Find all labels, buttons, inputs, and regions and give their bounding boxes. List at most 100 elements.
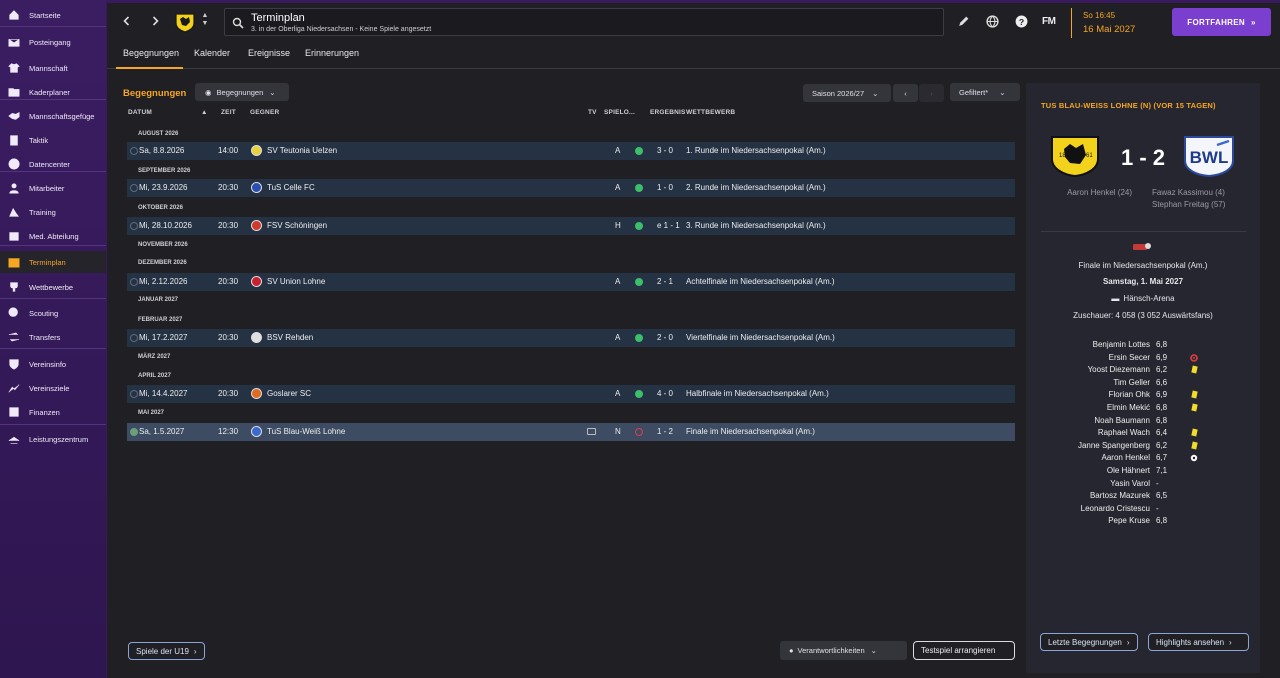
sidebar-item-leistungszentrum[interactable]: Leistungszentrum <box>0 428 106 450</box>
tab-erinnerungen[interactable]: Erinnerungen <box>305 43 359 69</box>
sidebar-item-mitarbeiter[interactable]: Mitarbeiter <box>0 177 106 199</box>
fixture-opponent[interactable]: SV Union Lohne <box>267 277 325 286</box>
player-rating-row[interactable]: Ersin Secer 6,9 <box>1026 352 1260 364</box>
fixture-opponent[interactable]: SV Teutonia Uelzen <box>267 146 337 155</box>
arrange-friendly-button[interactable]: Testspiel arrangieren <box>913 641 1015 660</box>
fixture-row[interactable]: Sa, 8.8.2026 14:00 SV Teutonia Uelzen A 3 - … <box>127 142 1015 160</box>
continue-button[interactable]: FORTFAHREN » <box>1172 8 1271 36</box>
player-rating-row[interactable]: Leonardo Cristescu - <box>1026 503 1260 515</box>
fixture-result[interactable]: e 1 - 1 <box>657 221 680 230</box>
sidebar-item-label: Datencenter <box>29 159 70 169</box>
col-time[interactable]: ZEIT <box>221 109 236 116</box>
staff-icon: ● <box>789 646 794 655</box>
fixture-opponent[interactable]: TuS Blau-Weiß Lohne <box>267 427 345 436</box>
player-rating-row[interactable]: Ole Hähnert 7,1 <box>1026 465 1260 477</box>
fixture-venue: A <box>615 333 621 342</box>
fixture-row[interactable]: Mi, 28.10.2026 20:30 FSV Schöningen He 1 - … <box>127 217 1015 235</box>
sidebar-item-datencenter[interactable]: Datencenter <box>0 153 106 175</box>
fixture-opponent[interactable]: FSV Schöningen <box>267 221 327 230</box>
sidebar-item-training[interactable]: Training <box>0 201 106 223</box>
sidebar-item-finanzen[interactable]: Finanzen <box>0 401 106 423</box>
player-rating-row[interactable]: Benjamin Lottes 6,8 <box>1026 339 1260 351</box>
col-tv[interactable]: TV <box>588 109 597 116</box>
player-rating-row[interactable]: Yoost Diezemann 6,2 <box>1026 364 1260 376</box>
player-rating-row[interactable]: Janne Spangenberg 6,2 <box>1026 440 1260 452</box>
club-crest-icon[interactable] <box>174 11 196 33</box>
player-rating-row[interactable]: Yasin Varol - <box>1026 478 1260 490</box>
fixture-result[interactable]: 1 - 2 <box>657 427 673 436</box>
u19-matches-button[interactable]: Spiele der U19 › <box>128 642 205 660</box>
player-rating-row[interactable]: Pepe Kruse 6,8 <box>1026 515 1260 527</box>
player-rating-row[interactable]: Raphael Wach 6,4 <box>1026 427 1260 439</box>
col-competition[interactable]: WETTBEWERB <box>686 109 735 116</box>
fixture-row[interactable]: Mi, 14.4.2027 20:30 Goslarer SC A 4 - 0 Halbf… <box>127 385 1015 403</box>
row-select-radio[interactable] <box>130 428 138 436</box>
sidebar-item-vereinsinfo[interactable]: Vereinsinfo <box>0 353 106 375</box>
sidebar-item-label: Scouting <box>29 308 59 318</box>
date-display[interactable]: So 16:45 16 Mai 2027 <box>1071 8 1151 38</box>
fixture-result[interactable]: 2 - 1 <box>657 277 673 286</box>
edit-button[interactable] <box>955 13 971 29</box>
tab-ereignisse[interactable]: Ereignisse <box>248 43 290 69</box>
row-select-radio[interactable] <box>130 147 138 155</box>
last-matches-button[interactable]: Letzte Begegnungen › <box>1040 633 1138 651</box>
sidebar-item-startseite[interactable]: Startseite <box>0 4 106 26</box>
fixture-result[interactable]: 4 - 0 <box>657 389 673 398</box>
fixture-opponent[interactable]: TuS Celle FC <box>267 183 315 192</box>
help-button[interactable]: ? <box>1013 13 1029 29</box>
tab-begegnungen[interactable]: Begegnungen <box>116 43 183 69</box>
col-venue[interactable]: SPIELO... <box>604 109 635 116</box>
back-button[interactable] <box>116 11 138 31</box>
sidebar-item-med-abteilung[interactable]: Med. Abteilung <box>0 225 106 247</box>
col-result[interactable]: ERGEBNIS <box>650 109 686 116</box>
sidebar-item-scouting[interactable]: Scouting <box>0 302 106 324</box>
row-select-radio[interactable] <box>130 278 138 286</box>
player-rating-row[interactable]: Florian Ohk 6,9 <box>1026 389 1260 401</box>
highlights-button[interactable]: Highlights ansehen › <box>1148 633 1249 651</box>
sidebar-item-taktik[interactable]: Taktik <box>0 129 106 151</box>
row-select-radio[interactable] <box>130 222 138 230</box>
player-rating-row[interactable]: Bartosz Mazurek 6,5 <box>1026 490 1260 502</box>
sidebar-item-posteingang[interactable]: Posteingang <box>0 31 106 53</box>
row-select-radio[interactable] <box>130 184 138 192</box>
social-button[interactable] <box>984 13 1000 29</box>
filter-dropdown[interactable]: Gefiltert* ⌄ <box>950 83 1020 101</box>
season-dropdown[interactable]: Saison 2026/27 ⌄ <box>803 84 891 102</box>
fixture-row[interactable]: Mi, 23.9.2026 20:30 TuS Celle FC A 1 - 0 2. R… <box>127 179 1015 197</box>
col-opponent[interactable]: GEGNER <box>250 109 279 116</box>
forward-button[interactable] <box>144 11 166 31</box>
sidebar-item-transfers[interactable]: Transfers <box>0 326 106 348</box>
title-box[interactable]: Terminplan 3. in der Oberliga Niedersach… <box>224 8 944 36</box>
prev-season-button[interactable]: ‹ <box>893 84 918 102</box>
fixture-time: 20:30 <box>218 183 239 192</box>
sidebar-item-mannschaft[interactable]: Mannschaft <box>0 57 106 79</box>
fixture-result[interactable]: 3 - 0 <box>657 146 673 155</box>
fixture-row[interactable]: Mi, 2.12.2026 20:30 SV Union Lohne A 2 - 1 Ac… <box>127 273 1015 291</box>
tab-kalender[interactable]: Kalender <box>194 43 230 69</box>
sidebar-item-vereinsziele[interactable]: Vereinsziele <box>0 377 106 399</box>
player-rating-row[interactable]: Aaron Henkel 6,7 <box>1026 452 1260 464</box>
fixture-row[interactable]: Mi, 17.2.2027 20:30 BSV Rehden A 2 - 0 Vierte… <box>127 329 1015 347</box>
fixture-result[interactable]: 1 - 0 <box>657 183 673 192</box>
player-rating-row[interactable]: Elmin Mekić 6,8 <box>1026 402 1260 414</box>
view-dropdown[interactable]: ◉ Begegnungen ⌄ <box>195 83 289 101</box>
row-select-radio[interactable] <box>130 334 138 342</box>
sidebar-item-wettbewerbe[interactable]: Wettbewerbe <box>0 276 106 298</box>
fixture-opponent[interactable]: Goslarer SC <box>267 389 311 398</box>
fixture-result[interactable]: 2 - 0 <box>657 333 673 342</box>
club-switch-arrows[interactable]: ▲ ▼ <box>200 12 210 30</box>
row-select-radio[interactable] <box>130 390 138 398</box>
fixture-opponent[interactable]: BSV Rehden <box>267 333 313 342</box>
next-season-button[interactable]: › <box>919 84 944 102</box>
sidebar-item-terminplan[interactable]: Terminplan <box>0 251 106 273</box>
yellow-card-icon <box>1190 403 1198 412</box>
col-date[interactable]: DATUM <box>128 109 152 116</box>
responsibilities-button[interactable]: ● Verantwortlichkeiten ⌄ <box>780 641 907 660</box>
fm-menu-button[interactable]: FM <box>1042 16 1056 27</box>
fixture-row[interactable]: Sa, 1.5.2027 12:30 TuS Blau-Weiß Lohne N 1 -… <box>127 423 1015 441</box>
sidebar-item-mannschaftsgefüge[interactable]: Mannschaftsgefüge <box>0 105 106 127</box>
sidebar-item-kaderplaner[interactable]: Kaderplaner <box>0 81 106 103</box>
away-crest-icon[interactable]: BWL <box>1183 135 1235 177</box>
player-rating-row[interactable]: Tim Geller 6,6 <box>1026 377 1260 389</box>
player-rating-row[interactable]: Noah Baumann 6,8 <box>1026 415 1260 427</box>
